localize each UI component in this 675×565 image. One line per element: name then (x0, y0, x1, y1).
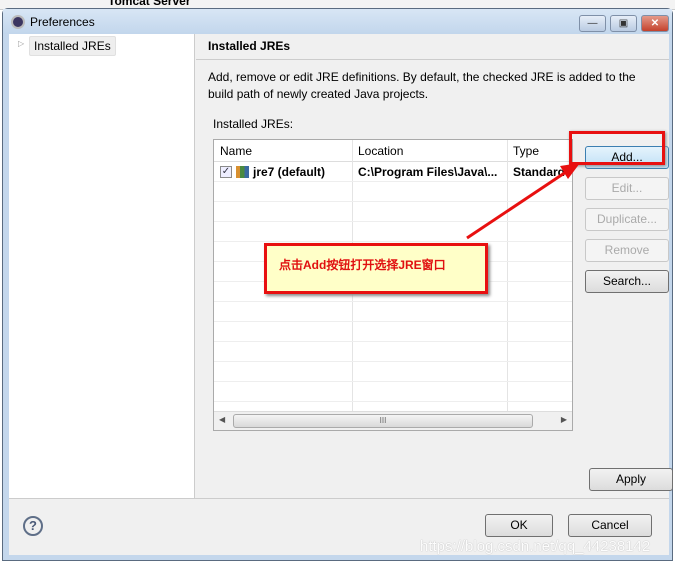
watermark: https://blog.csdn.net/qq_44238142 (420, 538, 651, 555)
annotation-callout: 点击Add按钮打开选择JRE窗口 (264, 243, 488, 294)
annotation-text: 点击Add按钮打开选择JRE窗口 (279, 258, 446, 272)
